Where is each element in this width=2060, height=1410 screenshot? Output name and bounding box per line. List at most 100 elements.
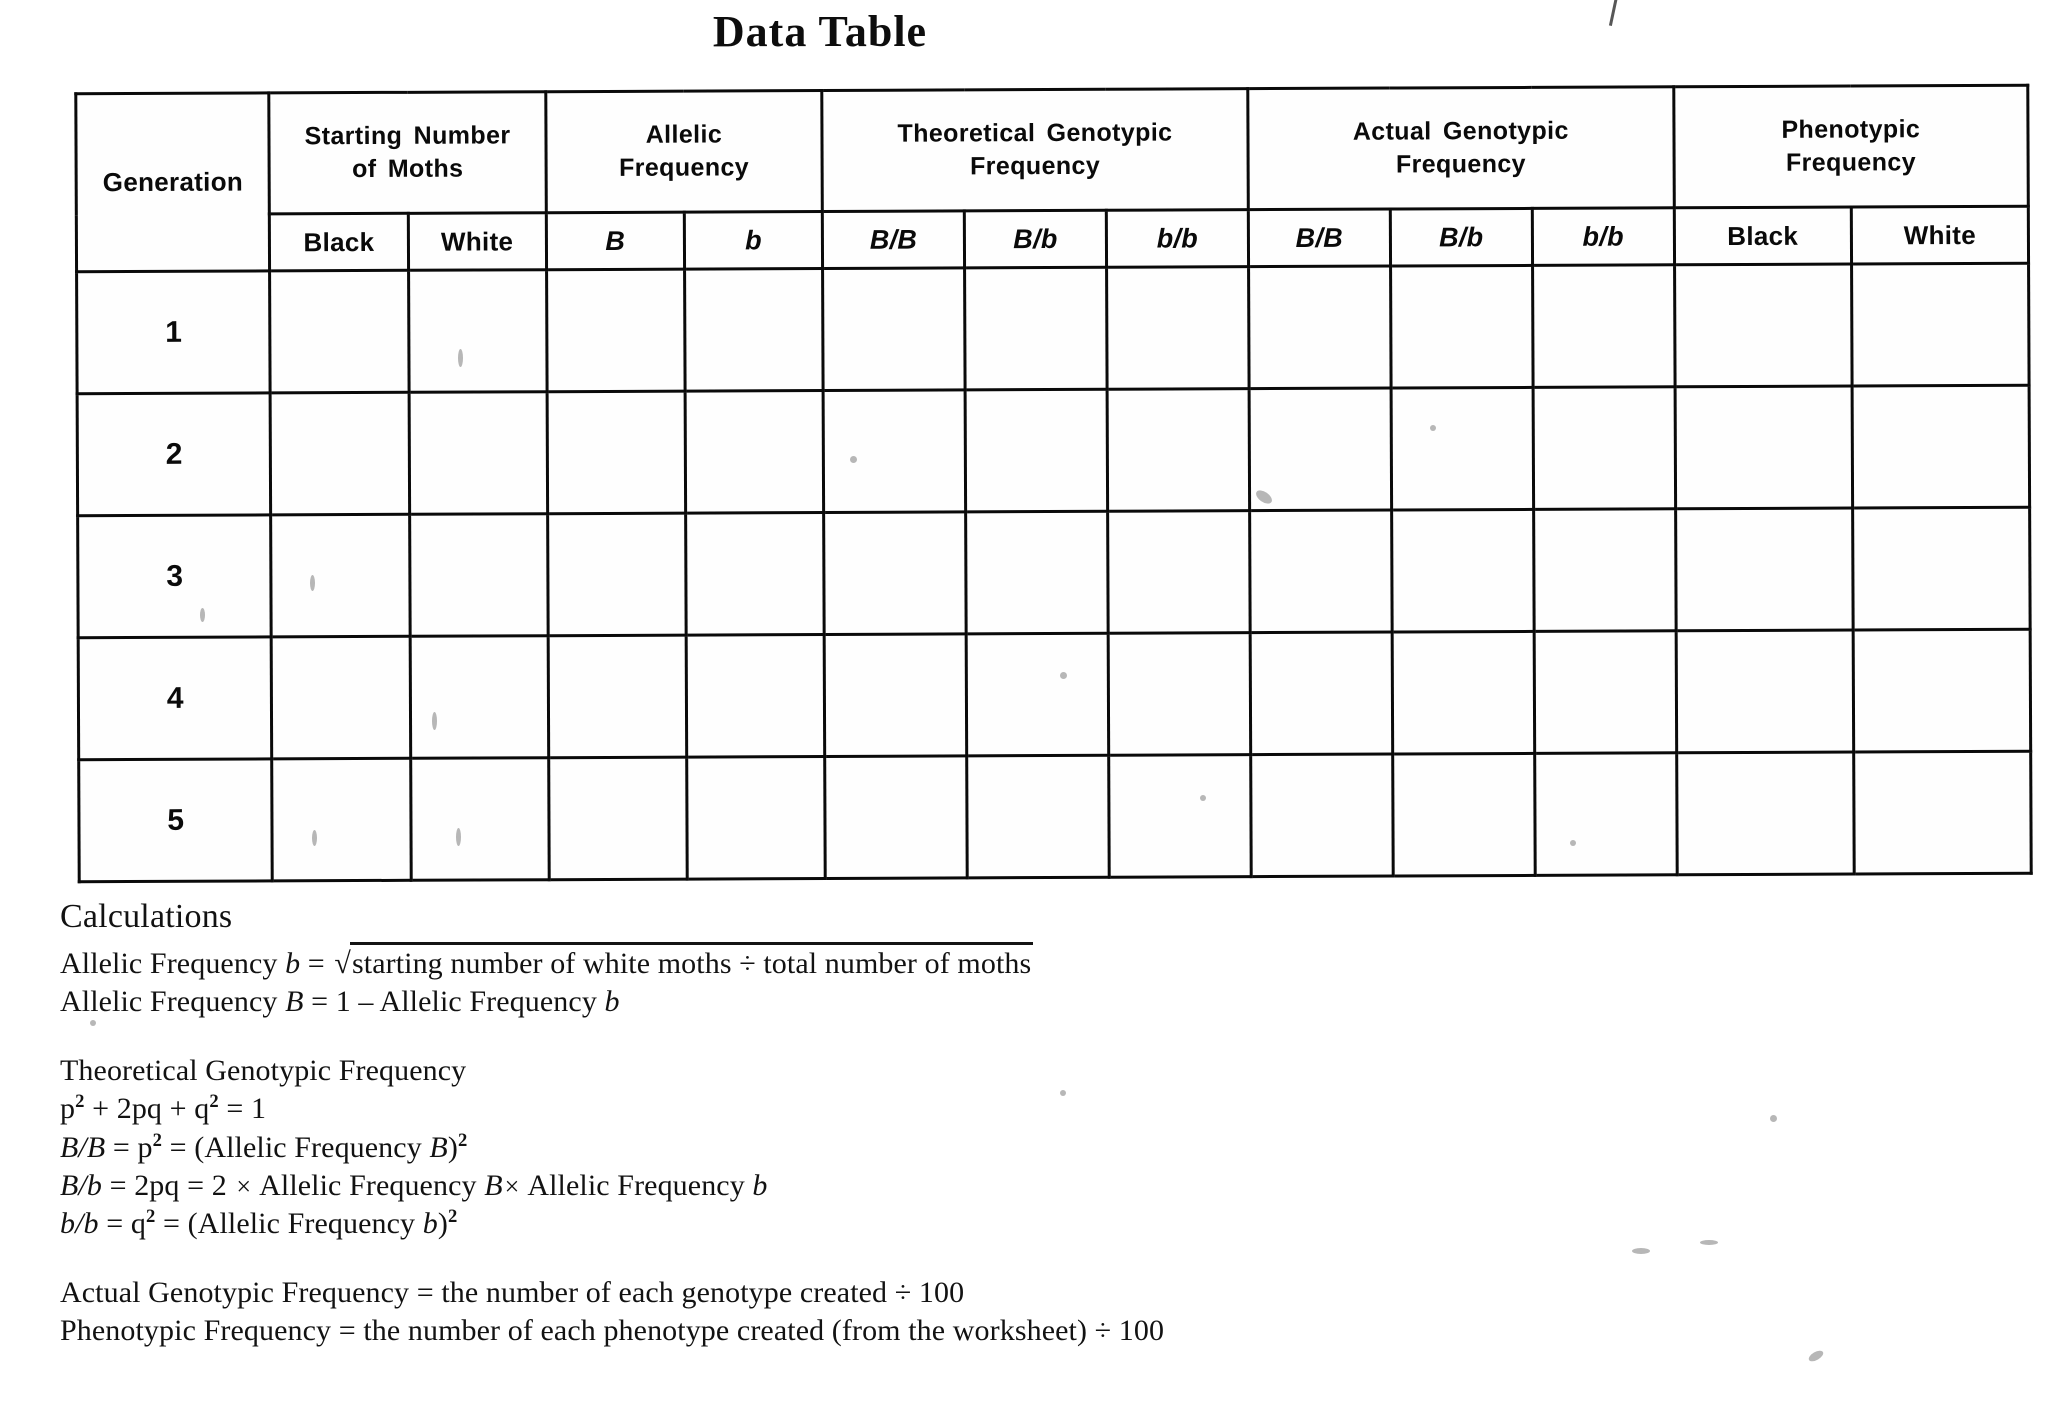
- cell-allelic-B[interactable]: [547, 635, 687, 758]
- cell-phenotypic-black[interactable]: [1675, 508, 1853, 631]
- cell-phenotypic-white[interactable]: [1853, 751, 2032, 875]
- cell-theoretical-BB[interactable]: [823, 511, 967, 635]
- cell-white-moths[interactable]: [410, 757, 550, 881]
- cell-theoretical-Bb[interactable]: [964, 267, 1108, 390]
- cell-theoretical-bb[interactable]: [1106, 266, 1249, 390]
- square-root-expression: √starting number of white moths ÷ total …: [332, 942, 1034, 983]
- column-header-theoretical-genotypic-frequency: Theoretical Genotypic Frequency: [821, 88, 1249, 212]
- formula-mid: = p: [105, 1130, 153, 1164]
- cell-white-moths[interactable]: [409, 635, 549, 759]
- cell-allelic-b[interactable]: [684, 268, 824, 392]
- cell-phenotypic-white[interactable]: [1852, 507, 2031, 631]
- cell-white-moths[interactable]: [408, 391, 548, 515]
- cell-phenotypic-white[interactable]: [1852, 629, 2031, 753]
- scan-speck: [1060, 672, 1067, 679]
- sub-header-phenotypic-white: White: [1851, 206, 2029, 265]
- scan-speck: [1700, 1240, 1718, 1245]
- cell-allelic-b[interactable]: [686, 756, 826, 880]
- cell-actual-Bb[interactable]: [1391, 631, 1535, 755]
- formula-equals: =: [300, 947, 333, 980]
- scan-speck: [312, 830, 317, 846]
- formula-tail: = (Allelic Frequency: [162, 1130, 430, 1164]
- cell-allelic-b[interactable]: [685, 512, 825, 636]
- formula-variable-b: b: [285, 947, 301, 980]
- formula-mid: = q: [98, 1207, 146, 1241]
- scan-speck: [456, 828, 461, 846]
- cell-actual-BB[interactable]: [1250, 632, 1393, 755]
- formula-variable-b: b: [604, 985, 620, 1019]
- cell-actual-Bb[interactable]: [1391, 509, 1534, 633]
- cell-allelic-B[interactable]: [546, 391, 686, 514]
- cell-phenotypic-black[interactable]: [1676, 752, 1855, 875]
- cell-theoretical-Bb[interactable]: [965, 389, 1108, 512]
- exponent-2: 2: [447, 1206, 458, 1228]
- column-header-generation: Generation: [75, 92, 271, 272]
- cell-actual-bb[interactable]: [1533, 630, 1677, 754]
- cell-actual-BB[interactable]: [1249, 510, 1392, 633]
- cell-allelic-B[interactable]: [548, 757, 688, 880]
- sub-header-white-moths: White: [407, 212, 547, 271]
- cell-actual-Bb[interactable]: [1390, 387, 1534, 511]
- cell-theoretical-bb[interactable]: [1108, 632, 1251, 756]
- cell-phenotypic-white[interactable]: [1851, 385, 2030, 509]
- exponent-2: 2: [209, 1091, 219, 1113]
- cell-theoretical-BB[interactable]: [824, 755, 968, 879]
- scan-speck: [1770, 1115, 1777, 1122]
- cell-theoretical-bb[interactable]: [1107, 388, 1250, 512]
- cell-allelic-b[interactable]: [685, 390, 824, 514]
- generation-number: 1: [76, 270, 271, 394]
- scan-speck: [310, 575, 315, 591]
- cell-black-moths[interactable]: [270, 392, 410, 515]
- formula-actual-genotypic-frequency: Actual Genotypic Frequency = the number …: [60, 1275, 965, 1309]
- cell-actual-BB[interactable]: [1248, 266, 1391, 389]
- cell-phenotypic-black[interactable]: [1675, 630, 1854, 753]
- table-row: 3: [77, 507, 2031, 638]
- cell-allelic-B[interactable]: [546, 269, 686, 392]
- cell-theoretical-Bb[interactable]: [965, 511, 1109, 634]
- cell-theoretical-Bb[interactable]: [966, 633, 1109, 756]
- formula-tail: Allelic Frequency: [253, 1168, 485, 1202]
- cell-theoretical-bb[interactable]: [1107, 510, 1251, 634]
- cell-black-moths[interactable]: [272, 758, 411, 881]
- cell-black-moths[interactable]: [271, 514, 410, 637]
- cell-white-moths[interactable]: [409, 513, 548, 637]
- cell-actual-bb[interactable]: [1533, 508, 1676, 632]
- cell-actual-Bb[interactable]: [1390, 265, 1533, 389]
- cell-allelic-b[interactable]: [686, 634, 825, 758]
- cell-actual-bb[interactable]: [1532, 386, 1676, 510]
- sub-header-label: Black: [1727, 220, 1799, 251]
- generation-number: 5: [78, 758, 273, 882]
- cell-phenotypic-white[interactable]: [1851, 263, 2030, 387]
- column-header-phenotypic-frequency: Phenotypic Frequency: [1673, 85, 2029, 208]
- sub-header-allele-B: B: [546, 212, 685, 270]
- table-body: 1 2 3 4 5: [76, 263, 2032, 882]
- exponent-2: 2: [145, 1206, 156, 1228]
- sub-header-label: b: [744, 224, 762, 255]
- cell-white-moths[interactable]: [408, 269, 547, 393]
- cell-black-moths[interactable]: [270, 270, 409, 393]
- sub-header-black-moths: Black: [269, 213, 409, 271]
- cell-theoretical-bb[interactable]: [1108, 754, 1252, 878]
- cell-actual-bb[interactable]: [1532, 264, 1675, 388]
- cell-actual-BB[interactable]: [1248, 388, 1392, 511]
- cell-black-moths[interactable]: [271, 636, 411, 759]
- cell-theoretical-Bb[interactable]: [966, 755, 1110, 878]
- generation-number: 2: [77, 392, 272, 516]
- formula-allelic-frequency-B: Allelic Frequency B = 1 – Allelic Freque…: [60, 983, 1560, 1021]
- data-table: Generation Starting Number of Moths Alle…: [74, 83, 2033, 884]
- scan-speck: [200, 608, 205, 622]
- cell-phenotypic-black[interactable]: [1674, 386, 1853, 509]
- cell-theoretical-BB[interactable]: [822, 267, 966, 391]
- header-line-1: Starting Number: [304, 121, 511, 151]
- generation-number: 4: [78, 636, 273, 760]
- cell-phenotypic-black[interactable]: [1674, 264, 1852, 387]
- cell-theoretical-BB[interactable]: [823, 389, 966, 513]
- cell-allelic-B[interactable]: [547, 513, 687, 636]
- cell-theoretical-BB[interactable]: [824, 633, 967, 757]
- header-line-1: Allelic: [645, 120, 723, 149]
- cell-actual-Bb[interactable]: [1392, 753, 1535, 877]
- formula-variable-B: B: [285, 985, 304, 1019]
- cell-actual-bb[interactable]: [1534, 752, 1677, 876]
- cell-actual-BB[interactable]: [1250, 754, 1394, 877]
